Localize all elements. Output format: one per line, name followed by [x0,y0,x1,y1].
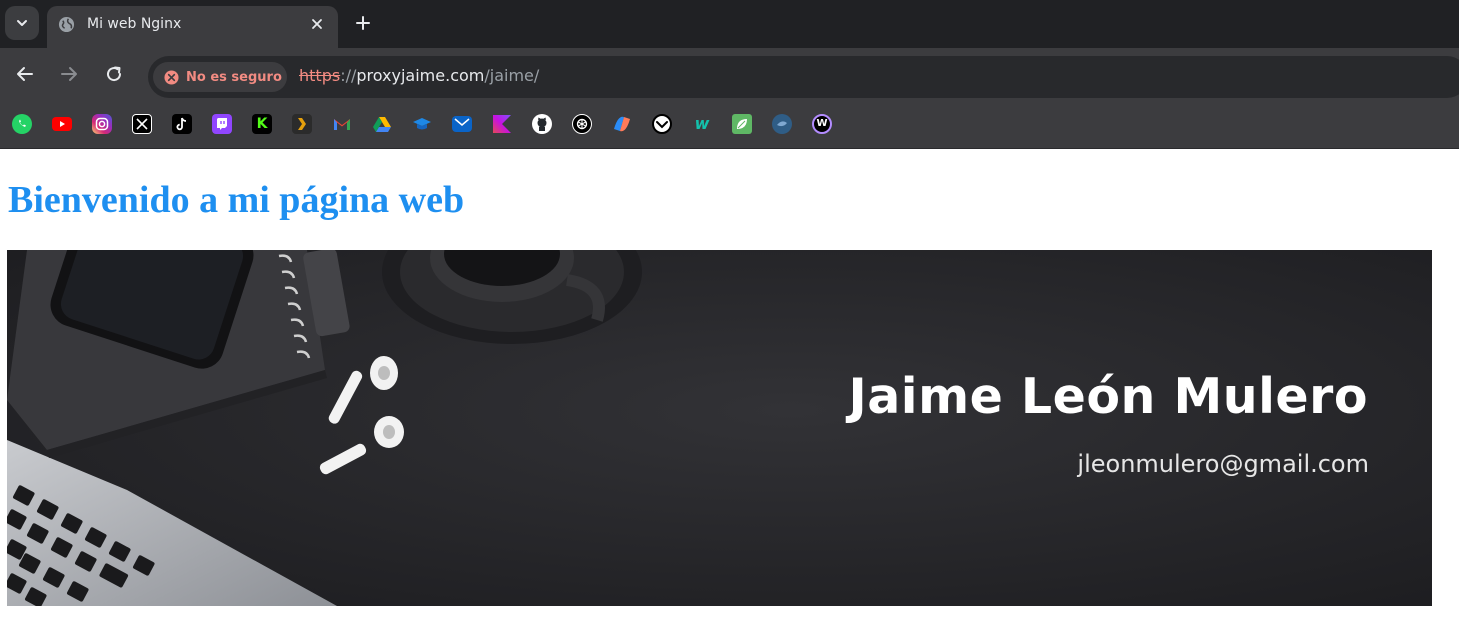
url-separator: :// [340,66,357,85]
forward-button[interactable] [56,61,82,87]
plex-icon[interactable] [292,114,312,134]
twitch-icon[interactable] [212,114,232,134]
profile-banner: Jaime León Mulero jleonmulero@gmail.com [7,250,1432,606]
arrow-right-icon [61,67,77,81]
arrow-left-icon [17,67,33,81]
classroom-icon[interactable] [412,114,432,134]
active-tab[interactable]: Mi web Nginx [47,6,338,48]
desk-photo-illustration [7,250,1432,606]
bookmarks-bar: K w W [0,100,1459,149]
banner-name: Jaime León Mulero [848,368,1368,425]
security-label: No es seguro [186,69,282,85]
instagram-icon[interactable] [92,114,112,134]
tab-strip: Mi web Nginx [0,0,1459,48]
url-host: proxyjaime.com [356,66,485,85]
globe-icon [58,16,75,33]
page-content: Bienvenido a mi página web Jaime León Mu… [0,149,1459,631]
reload-button[interactable] [101,61,127,87]
whatsapp-icon[interactable] [12,114,32,134]
github-icon[interactable] [532,114,552,134]
url-text[interactable]: https://proxyjaime.com/jaime/ [299,66,539,85]
leaf-app-icon[interactable] [732,114,752,134]
chatgpt-icon[interactable] [572,114,592,134]
back-button[interactable] [12,61,38,87]
outlook-mail-icon[interactable] [452,116,472,132]
security-chip[interactable]: No es seguro [153,62,287,92]
youtube-icon[interactable] [52,117,72,131]
wallapop-icon[interactable]: w [692,114,712,134]
not-secure-icon [164,69,179,85]
x-icon[interactable] [132,114,152,134]
new-tab-button[interactable] [352,12,374,34]
page-heading: Bienvenido a mi página web [8,179,465,221]
kotlin-icon[interactable] [492,114,512,134]
gmail-icon[interactable] [332,114,352,134]
reload-icon [107,66,122,82]
tab-search-button[interactable] [5,6,39,40]
plus-icon [356,16,370,30]
copilot-icon[interactable] [612,114,632,134]
address-bar[interactable]: No es seguro https://proxyjaime.com/jaim… [148,56,1459,98]
close-icon [312,19,322,29]
tiktok-icon[interactable] [172,114,192,134]
chevron-down-icon [17,20,27,26]
check-circle-icon[interactable] [652,114,672,134]
browser-toolbar: No es seguro https://proxyjaime.com/jaim… [0,48,1459,100]
tab-close-button[interactable] [308,15,326,33]
tab-title: Mi web Nginx [87,16,182,32]
w-app-icon[interactable]: W [812,114,832,134]
kick-icon[interactable]: K [252,114,272,134]
google-drive-icon[interactable] [372,114,392,134]
banner-email: jleonmulero@gmail.com [1077,450,1369,478]
globe-app-icon[interactable] [772,114,792,134]
url-path: /jaime/ [484,66,540,85]
url-scheme: https [299,66,341,85]
